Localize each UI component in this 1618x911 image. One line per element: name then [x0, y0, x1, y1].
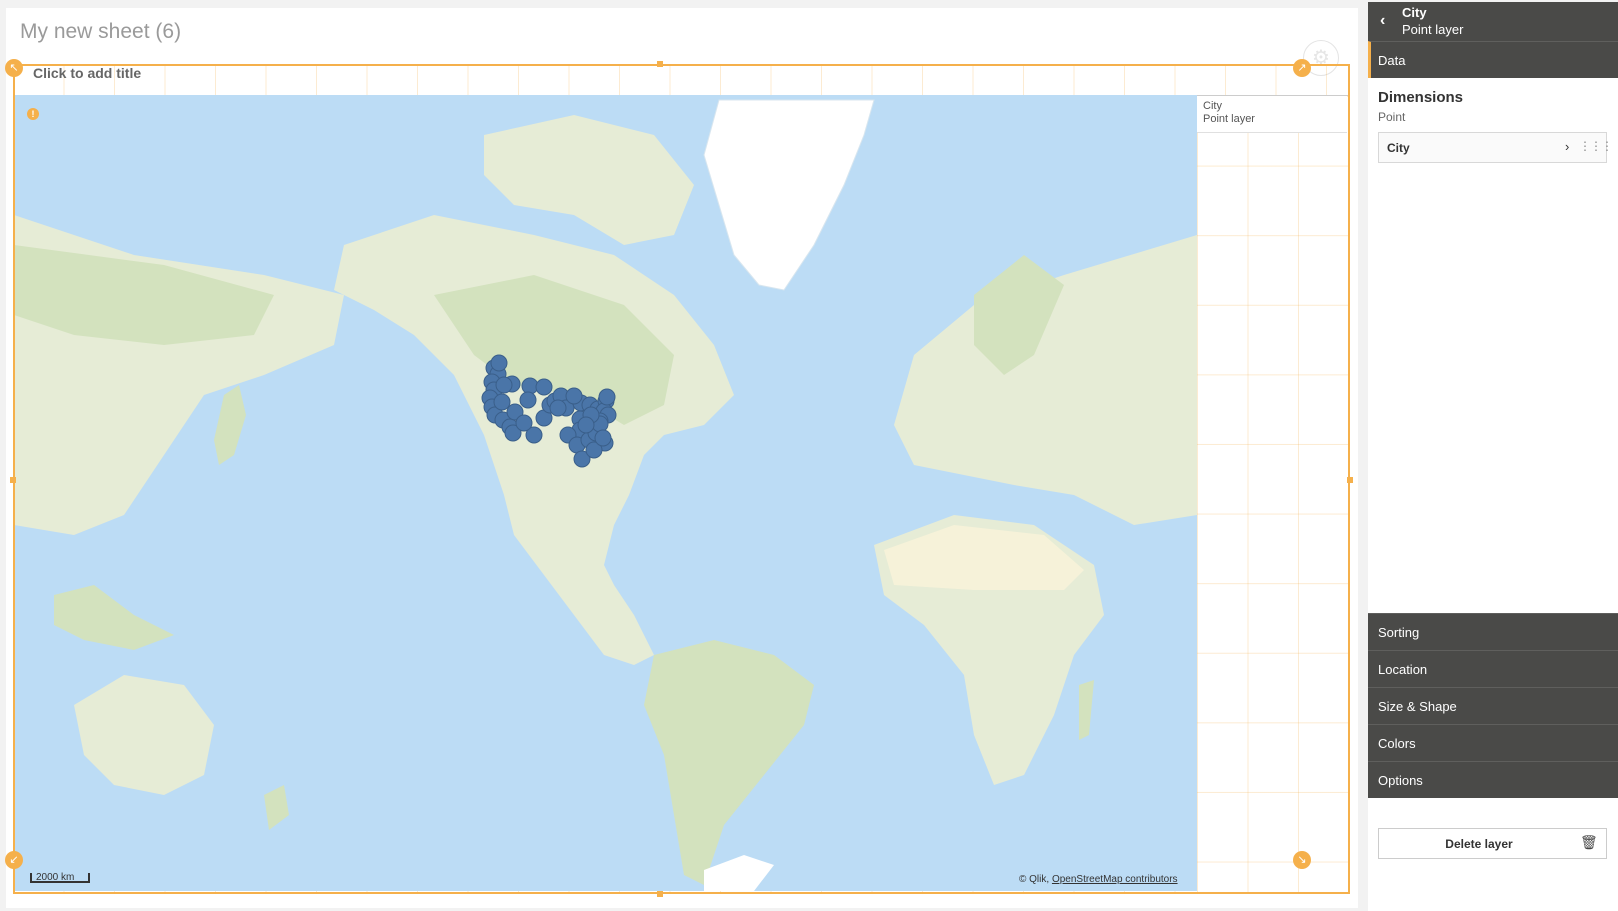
sheet-area: My new sheet (6) ⚙ Click to add title Ci…	[0, 0, 1360, 911]
resize-handle-bottom-left[interactable]: ↙	[5, 851, 23, 869]
map-scale-bar: 2000 km	[30, 873, 90, 883]
delete-layer-label: Delete layer	[1445, 837, 1513, 851]
sheet-title: My new sheet (6)	[20, 20, 182, 43]
dimensions-subheading: Point	[1378, 110, 1406, 124]
trash-icon: 🗑	[1580, 834, 1598, 850]
section-sorting[interactable]: Sorting	[1368, 613, 1618, 650]
drag-handle-icon[interactable]: ⋮⋮⋮	[1579, 139, 1613, 153]
delete-layer-button[interactable]: Delete layer 🗑	[1378, 828, 1607, 859]
dimensions-heading: Dimensions	[1378, 89, 1464, 106]
resize-handle-top-right[interactable]: ↗	[1293, 59, 1311, 77]
selected-object-frame[interactable]	[13, 64, 1350, 894]
resize-handle-top-left[interactable]: ↖	[5, 59, 23, 77]
section-location[interactable]: Location	[1368, 650, 1618, 687]
back-arrow-icon[interactable]: ‹	[1380, 12, 1385, 30]
resize-handle-bottom-right[interactable]: ↘	[1293, 851, 1311, 869]
resize-handle-bottom[interactable]	[657, 891, 663, 897]
warning-icon[interactable]: !	[27, 108, 39, 120]
attribution-prefix: © Qlik,	[1019, 874, 1050, 885]
panel-header-title: City	[1402, 5, 1427, 20]
resize-handle-left[interactable]	[10, 477, 16, 483]
section-options[interactable]: Options	[1368, 761, 1618, 798]
osm-attribution-link[interactable]: OpenStreetMap contributors	[1052, 874, 1178, 885]
dimension-item-city[interactable]: City › ⋮⋮⋮	[1378, 132, 1613, 163]
section-colors[interactable]: Colors	[1368, 724, 1618, 761]
section-size-shape[interactable]: Size & Shape	[1368, 687, 1618, 724]
panel-header: ‹ City Point layer	[1368, 2, 1618, 41]
properties-panel: ‹ City Point layer Data Dimensions Point…	[1368, 2, 1618, 911]
resize-handle-top[interactable]	[657, 61, 663, 67]
dimension-item-label: City	[1387, 141, 1410, 155]
resize-handle-right[interactable]	[1347, 477, 1353, 483]
panel-header-subtitle: Point layer	[1402, 22, 1464, 37]
section-data[interactable]: Data	[1368, 41, 1618, 78]
map-attribution: © Qlik, OpenStreetMap contributors	[1019, 874, 1178, 885]
chevron-right-icon[interactable]: ›	[1565, 139, 1569, 154]
